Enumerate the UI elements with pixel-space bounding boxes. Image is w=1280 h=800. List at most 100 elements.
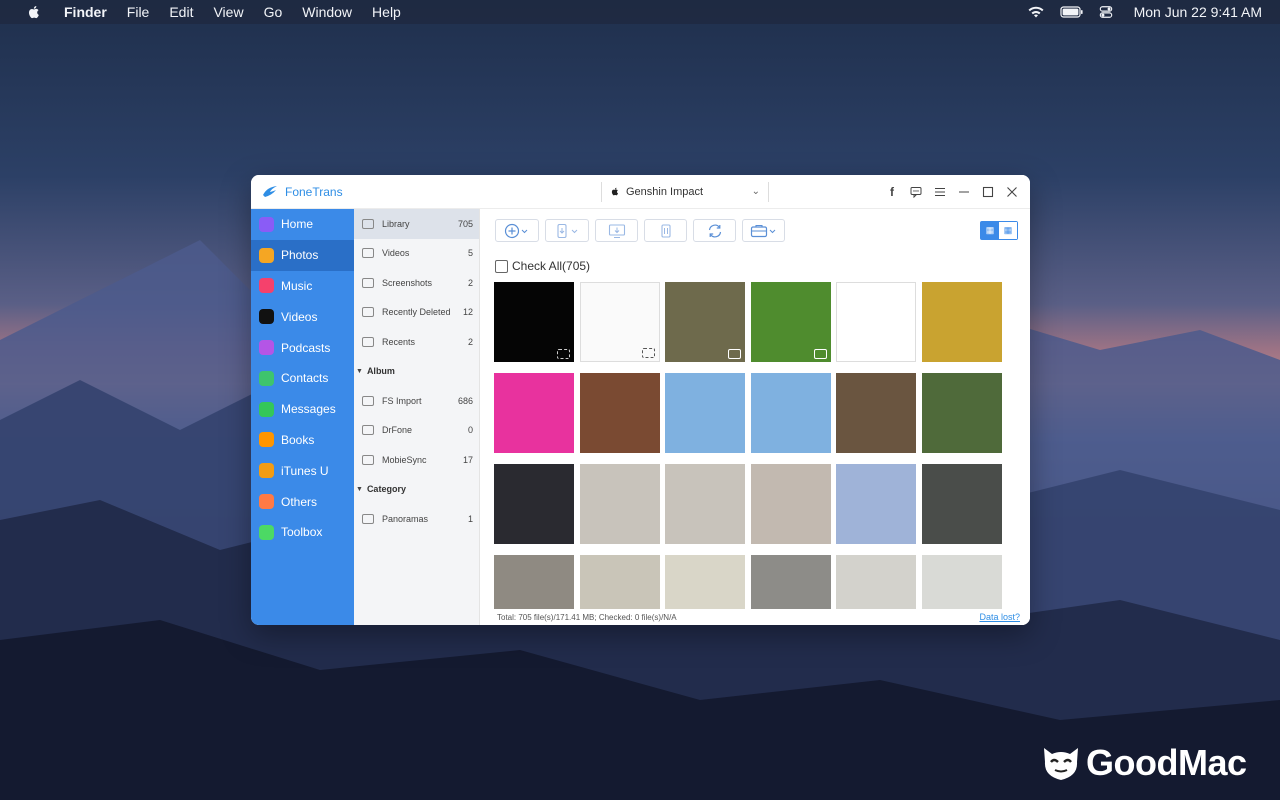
photo-thumbnail[interactable] [836, 555, 916, 610]
photo-thumbnail[interactable] [494, 373, 574, 453]
photo-thumbnail[interactable] [494, 555, 574, 610]
photo-thumbnail[interactable] [921, 555, 1002, 610]
delete-icon [660, 223, 671, 238]
subpanel-item-videos[interactable]: Videos 5 [354, 239, 479, 269]
photo-thumbnail[interactable] [494, 282, 574, 362]
subpanel-item-label: Screenshots [382, 277, 433, 288]
photo-thumbnail[interactable] [836, 373, 916, 453]
photos-icon [259, 247, 274, 263]
sidebar-item-videos[interactable]: Videos [251, 301, 354, 332]
subpanel-item-label: Recents [382, 336, 416, 347]
toolbox-case-button[interactable] [742, 219, 785, 242]
photo-thumbnail[interactable] [836, 464, 916, 544]
battery-icon[interactable] [1059, 5, 1084, 19]
photo-thumbnail[interactable] [665, 373, 745, 453]
subpanel-item-recently-deleted[interactable]: Recently Deleted 12 [354, 298, 479, 328]
subpanel-item-count: 5 [467, 248, 473, 259]
refresh-button[interactable] [693, 219, 736, 242]
control-center-icon[interactable] [1098, 5, 1114, 19]
check-all[interactable]: Check All(705) [495, 259, 590, 273]
menu-icon[interactable] [934, 186, 946, 198]
refresh-icon [708, 224, 721, 237]
category-header-label: Category [366, 484, 406, 495]
minimize-icon[interactable] [958, 186, 970, 198]
add-icon [504, 223, 528, 238]
device-name: Genshin Impact [626, 185, 704, 198]
photo-thumbnail[interactable] [750, 373, 831, 453]
photo-thumbnail[interactable] [494, 464, 574, 544]
sidebar-item-others[interactable]: Others [251, 486, 354, 517]
subpanel-item-mobiesync[interactable]: MobieSync 17 [354, 445, 479, 475]
sidebar-item-messages[interactable]: Messages [251, 394, 354, 425]
subpanel-item-label: Library [382, 218, 410, 229]
sidebar-item-itunes-u[interactable]: iTunes U [251, 455, 354, 486]
export-to-pc-button[interactable] [595, 219, 638, 242]
sidebar-item-label: iTunes U [281, 463, 329, 478]
grid-view-icon[interactable]: ▦ [981, 222, 999, 239]
delete-button[interactable] [644, 219, 687, 242]
photo-thumbnail[interactable] [836, 282, 916, 362]
sidebar-item-photos[interactable]: Photos [251, 239, 354, 271]
menu-edit[interactable]: Edit [169, 4, 193, 20]
photo-thumbnail[interactable] [750, 555, 831, 610]
sidebar-item-toolbox[interactable]: Toolbox [251, 517, 354, 548]
menu-window[interactable]: Window [302, 4, 352, 20]
data-lost-link[interactable]: Data lost? [979, 612, 1020, 622]
view-toggle: ▦ ▦ [980, 221, 1018, 240]
sidebar-item-contacts[interactable]: Contacts [251, 363, 354, 394]
subpanel-item-panoramas[interactable]: Panoramas 1 [354, 504, 479, 534]
fs-import-icon [362, 395, 374, 406]
menu-file[interactable]: File [127, 4, 150, 20]
menu-view[interactable]: View [213, 4, 243, 20]
feedback-icon[interactable] [910, 186, 922, 198]
check-all-checkbox[interactable] [495, 259, 508, 273]
photo-thumbnail[interactable] [921, 373, 1002, 453]
facebook-icon[interactable]: f [886, 185, 898, 199]
maximize-icon[interactable] [982, 186, 994, 198]
photo-thumbnail[interactable] [750, 282, 831, 362]
photo-thumbnail[interactable] [579, 373, 660, 453]
drfone-icon [362, 425, 374, 436]
sidebar-item-home[interactable]: Home [251, 209, 354, 240]
subpanel-item-screenshots[interactable]: Screenshots 2 [354, 268, 479, 298]
menu-go[interactable]: Go [264, 4, 283, 20]
sidebar-item-books[interactable]: Books [251, 425, 354, 456]
photo-thumbnail[interactable] [921, 464, 1002, 544]
books-icon [259, 432, 274, 448]
sidebar-item-label: Toolbox [281, 525, 323, 540]
subpanel-item-fs-import[interactable]: FS Import 686 [354, 386, 479, 416]
photo-thumbnail[interactable] [579, 282, 660, 362]
album-header[interactable]: ▼ Album [354, 357, 479, 387]
menu-finder[interactable]: Finder [64, 4, 107, 20]
photo-thumbnail[interactable] [665, 555, 745, 610]
photo-thumbnail[interactable] [750, 464, 831, 544]
recents-icon [362, 336, 374, 347]
close-icon[interactable] [1006, 186, 1018, 198]
triangle-down-icon: ▼ [356, 367, 363, 375]
add-button[interactable] [495, 219, 539, 242]
photo-thumbnail[interactable] [579, 555, 660, 610]
export-to-device-icon [557, 223, 578, 238]
photo-thumbnail[interactable] [921, 282, 1002, 362]
menubar-clock[interactable]: Mon Jun 22 9:41 AM [1134, 4, 1262, 20]
sidebar-item-music[interactable]: Music [251, 271, 354, 302]
subpanel-item-library[interactable]: Library 705 [354, 209, 479, 239]
subpanel-item-recents[interactable]: Recents 2 [354, 327, 479, 357]
wifi-icon[interactable] [1026, 5, 1046, 19]
export-to-device-button[interactable] [545, 219, 589, 242]
menu-help[interactable]: Help [372, 4, 401, 20]
app-brand: FoneTrans [251, 185, 601, 199]
photo-thumbnail[interactable] [665, 464, 745, 544]
category-header[interactable]: ▼ Category [354, 475, 479, 505]
device-selector[interactable]: Genshin Impact ⌄ [601, 181, 769, 202]
subpanel-item-count: 2 [467, 336, 473, 347]
screenshot-icon [641, 348, 655, 358]
photo-thumbnail[interactable] [579, 464, 660, 544]
list-view-icon[interactable]: ▦ [999, 222, 1017, 239]
export-to-pc-icon [608, 223, 625, 238]
subpanel-item-drfone[interactable]: DrFone 0 [354, 416, 479, 446]
photo-thumbnail[interactable] [665, 282, 745, 362]
footer-total: Total: 705 file(s)/171.41 MB; Checked: 0… [497, 612, 677, 622]
sidebar-item-podcasts[interactable]: Podcasts [251, 332, 354, 363]
apple-icon[interactable] [26, 4, 42, 20]
